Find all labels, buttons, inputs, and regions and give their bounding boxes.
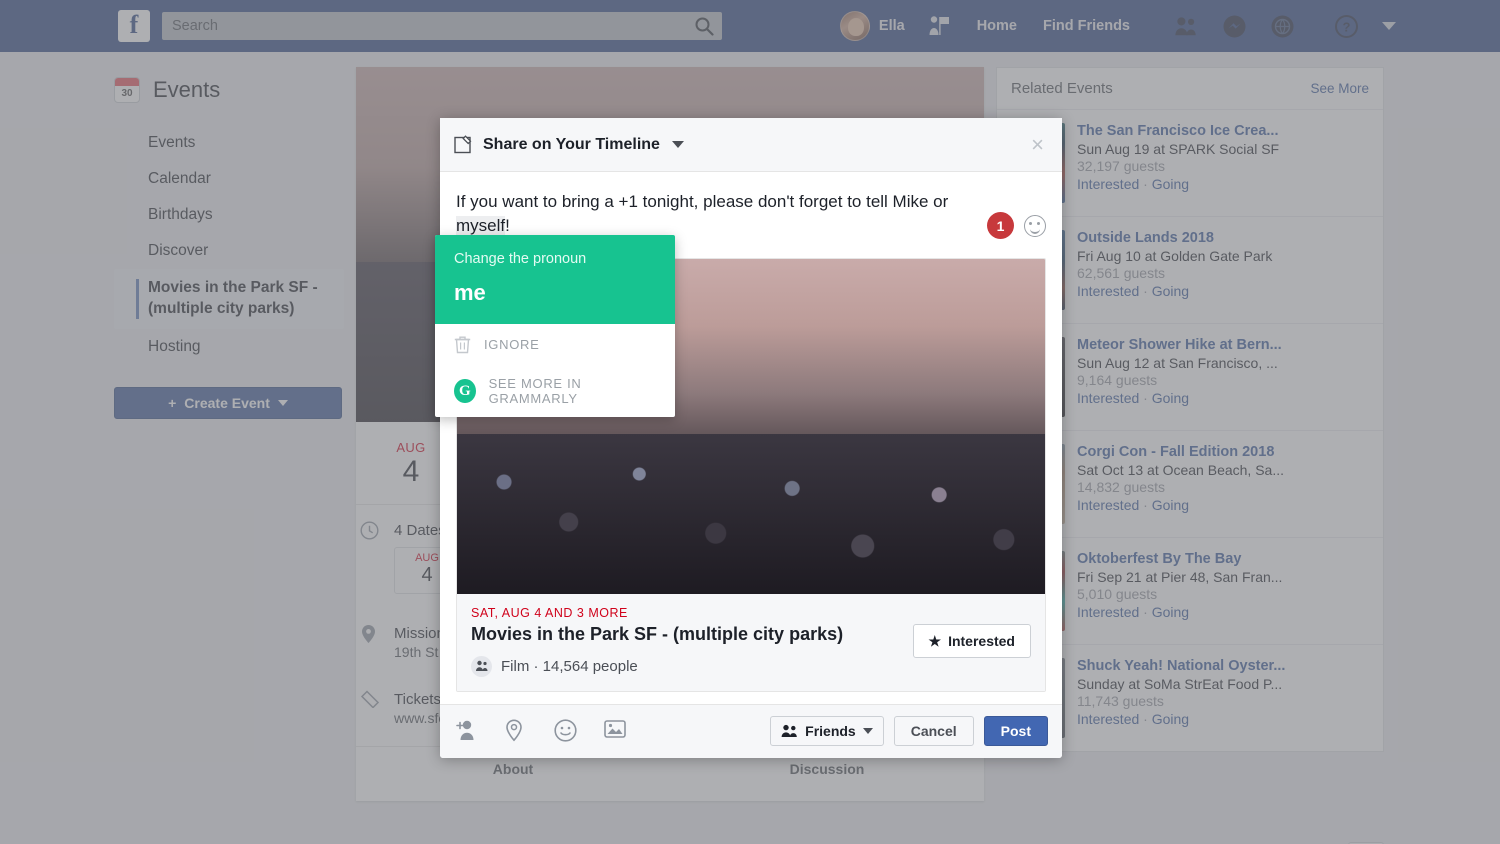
attachment-meta: SAT, AUG 4 AND 3 MORE Movies in the Park… (457, 594, 1045, 690)
composer-textarea[interactable]: If you want to bring a +1 tonight, pleas… (456, 190, 1046, 238)
grammarly-suggestion-popup: Change the pronoun me IGNORE G SEE MORE … (435, 235, 675, 417)
attachment-interested-label: Interested (948, 633, 1015, 649)
grammarly-suggestion-heading: Change the pronoun (454, 251, 656, 267)
share-dialog: Share on Your Timeline × If you want to … (440, 118, 1062, 758)
attachment-interested-button[interactable]: ★ Interested (913, 624, 1031, 658)
composer-text-before: If you want to bring a +1 tonight, pleas… (456, 192, 948, 211)
friends-icon (781, 724, 798, 738)
composer-text-after: ! (505, 216, 510, 235)
attachment-title[interactable]: Movies in the Park SF - (multiple city p… (471, 623, 899, 646)
close-icon[interactable]: × (1027, 132, 1048, 158)
attachment-date-label: SAT, AUG 4 AND 3 MORE (471, 606, 899, 620)
grammarly-suggestion-word[interactable]: me (454, 280, 656, 306)
post-button[interactable]: Post (984, 716, 1048, 746)
location-pin-icon[interactable] (504, 719, 528, 743)
attachment-meta-text: Film · 14,564 people (501, 658, 638, 675)
share-dialog-header: Share on Your Timeline × (440, 118, 1062, 172)
chevron-down-icon (863, 728, 873, 734)
grammarly-ignore-label: IGNORE (484, 337, 539, 352)
people-icon (471, 656, 492, 677)
footer-actions: Friends Cancel Post (770, 716, 1048, 746)
share-target-chevron-down-icon[interactable] (672, 141, 684, 148)
photo-icon[interactable] (604, 719, 628, 743)
star-icon: ★ (929, 633, 942, 650)
grammarly-ignore-row[interactable]: IGNORE (435, 324, 675, 365)
audience-label: Friends (805, 723, 856, 739)
grammarly-issue-count-badge[interactable]: 1 (987, 212, 1014, 239)
compose-icon (454, 135, 474, 155)
trash-icon (454, 335, 471, 354)
audience-selector-button[interactable]: Friends (770, 716, 884, 746)
attachment-sub: Film · 14,564 people (471, 656, 899, 677)
app-root: f Ella (0, 0, 1500, 844)
grammarly-suggestion-header[interactable]: Change the pronoun me (435, 235, 675, 324)
cancel-button[interactable]: Cancel (894, 716, 974, 746)
composer-badges: 1 (987, 212, 1046, 239)
feeling-icon[interactable] (554, 719, 578, 743)
grammarly-see-more-row[interactable]: G SEE MORE IN GRAMMARLY (435, 365, 675, 417)
emoji-icon[interactable] (1024, 215, 1046, 237)
share-dialog-footer: Friends Cancel Post (440, 704, 1062, 758)
grammarly-see-more-label: SEE MORE IN GRAMMARLY (489, 376, 656, 406)
grammarly-logo-icon: G (454, 379, 476, 403)
tag-person-icon[interactable] (454, 719, 478, 743)
share-dialog-title: Share on Your Timeline (483, 136, 660, 154)
